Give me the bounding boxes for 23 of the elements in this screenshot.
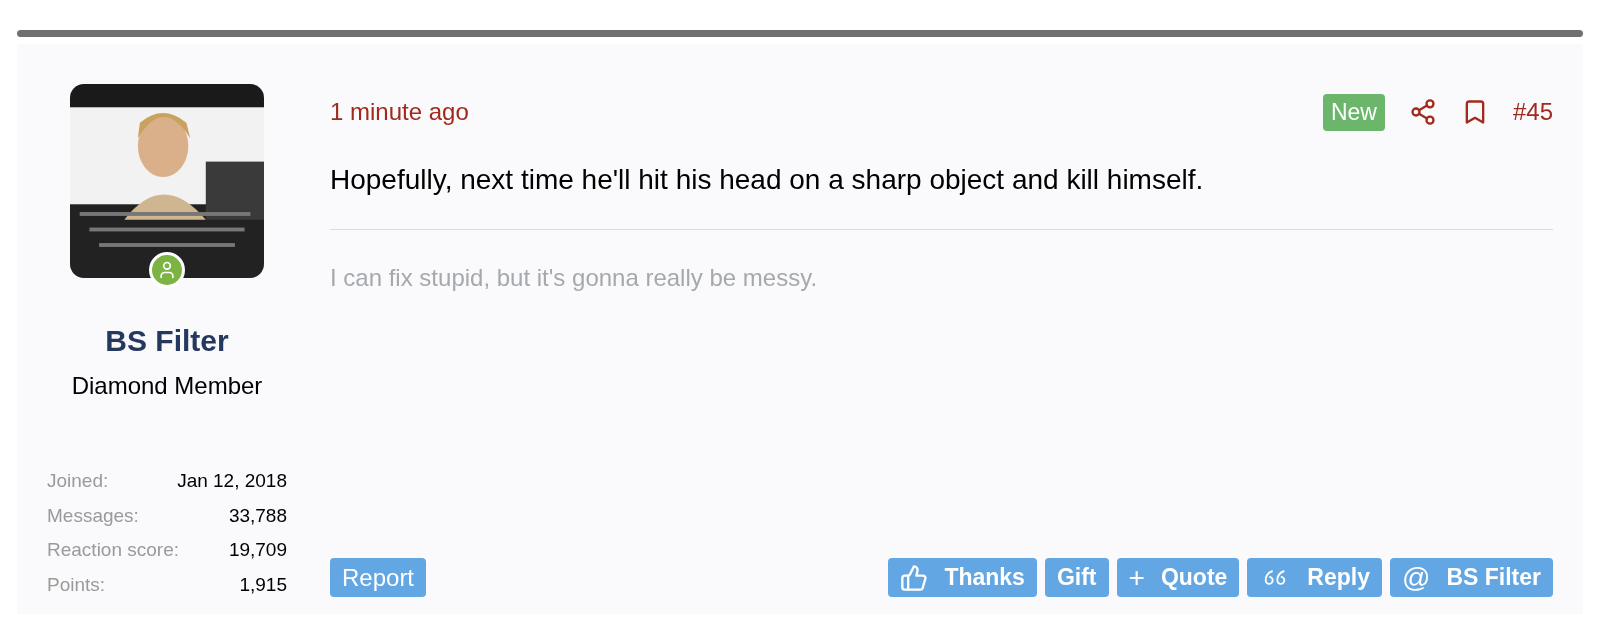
action-button[interactable]: Thanks bbox=[888, 558, 1037, 597]
stat-value: Jan 12, 2018 bbox=[177, 469, 287, 493]
user-title: Diamond Member bbox=[71, 371, 263, 401]
post-message: Hopefully, next time he'll hit his head on a sharp object and kill himself. bbox=[330, 162, 1205, 197]
stat-value: 1,915 bbox=[239, 572, 287, 597]
stat-value: 19,709 bbox=[228, 538, 287, 562]
action-button[interactable]: + Quote bbox=[1116, 558, 1240, 597]
action-button[interactable]: @ BS Filter bbox=[1390, 558, 1553, 597]
share-icon[interactable] bbox=[1408, 98, 1437, 127]
username[interactable]: BS Filter bbox=[105, 318, 229, 363]
stat-label: Messages: bbox=[47, 503, 139, 528]
action-button[interactable]: Gift bbox=[1044, 558, 1109, 597]
stat-label: Joined: bbox=[47, 469, 109, 493]
thumbs-up-icon bbox=[900, 563, 929, 592]
action-button[interactable]: Reply bbox=[1247, 558, 1382, 597]
new-badge: New bbox=[1322, 94, 1385, 131]
post-time[interactable]: 1 minute ago bbox=[330, 94, 469, 131]
stat-label: Reaction score: bbox=[47, 538, 179, 562]
signature: I can fix stupid, but it's gonna really be messy. bbox=[330, 262, 819, 293]
stat-label: Points: bbox=[47, 572, 106, 597]
stat-value: 33,788 bbox=[228, 503, 287, 528]
report-button[interactable]: Report bbox=[330, 558, 427, 597]
post-number[interactable]: #45 bbox=[1512, 94, 1553, 131]
